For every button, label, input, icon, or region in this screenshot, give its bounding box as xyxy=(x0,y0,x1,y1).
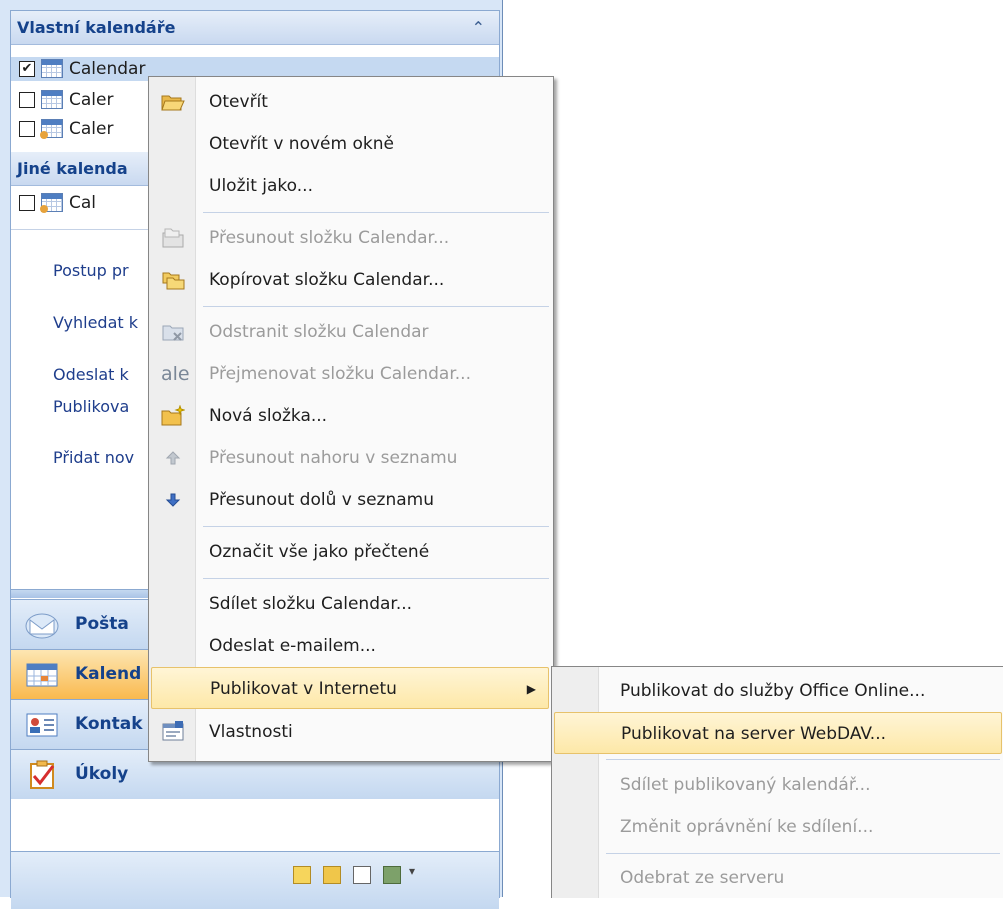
calendar-checkbox[interactable] xyxy=(19,92,35,108)
nav-button-label: Úkoly xyxy=(75,764,129,784)
menu-item-rename-folder[interactable]: ale Přejmenovat složku Calendar... xyxy=(151,353,549,395)
menu-item-label: Publikovat do služby Office Online... xyxy=(620,681,926,701)
menu-item-label: Odebrat ze serveru xyxy=(620,868,785,888)
menu-separator xyxy=(606,759,1000,760)
arrow-up-icon xyxy=(165,451,181,465)
menu-item-label: Přesunout složku Calendar... xyxy=(209,228,450,248)
submenu-item-change-permissions[interactable]: Změnit oprávnění ke sdílení... xyxy=(554,806,1002,848)
move-folder-icon xyxy=(162,228,184,248)
own-calendars-header[interactable]: Vlastní kalendáře ⌃ xyxy=(11,11,499,45)
menu-item-open-new-window[interactable]: Otevřít v novém okně xyxy=(151,123,549,165)
nav-button-label: Pošta xyxy=(75,614,129,634)
journal-icon[interactable] xyxy=(383,866,401,884)
menu-item-label: Přejmenovat složku Calendar... xyxy=(209,364,471,384)
mail-icon xyxy=(25,613,59,639)
menu-item-delete-folder[interactable]: Odstranit složku Calendar xyxy=(151,311,549,353)
menu-item-save-as[interactable]: Uložit jako... xyxy=(151,165,549,207)
menu-item-open[interactable]: Otevřít xyxy=(151,81,549,123)
calendar-checkbox[interactable] xyxy=(19,195,35,211)
menu-separator xyxy=(203,306,549,307)
open-folder-icon xyxy=(161,95,185,111)
calendar-icon xyxy=(26,663,58,687)
chevron-down-icon[interactable]: ▾ xyxy=(409,864,415,878)
menu-item-label: Přesunout nahoru v seznamu xyxy=(209,448,458,468)
arrow-down-icon xyxy=(165,493,181,507)
copy-folder-icon xyxy=(162,272,185,290)
link-publish[interactable]: Publikova xyxy=(53,397,129,416)
menu-item-share-folder[interactable]: Sdílet složku Calendar... xyxy=(151,583,549,625)
menu-item-send-email[interactable]: Odeslat e-mailem... xyxy=(151,625,549,667)
submenu-arrow-icon: ▶ xyxy=(526,682,536,696)
context-menu: Otevřít Otevřít v novém okně Uložit jako… xyxy=(148,76,554,762)
calendar-label: Cal xyxy=(69,193,97,213)
link-how-to[interactable]: Postup pr xyxy=(53,261,129,280)
menu-item-label: Označit vše jako přečtené xyxy=(209,542,430,562)
calendar-checkbox[interactable]: ✔ xyxy=(19,61,35,77)
new-folder-icon xyxy=(161,405,185,426)
menu-item-label: Sdílet publikovaný kalendář... xyxy=(620,775,871,795)
calendar-label: Calendar xyxy=(69,59,146,79)
menu-item-label: Nová složka... xyxy=(209,406,328,426)
double-chevron-up-icon[interactable]: ⌃ xyxy=(472,11,485,45)
menu-item-label: Publikovat na server WebDAV... xyxy=(621,724,887,744)
calendar-icon xyxy=(41,90,63,109)
notes-icon[interactable] xyxy=(293,866,311,884)
menu-item-label: Změnit oprávnění ke sdílení... xyxy=(620,817,874,837)
menu-separator xyxy=(606,853,1000,854)
shared-calendar-icon xyxy=(40,193,63,213)
nav-button-label: Kontak xyxy=(75,714,143,734)
submenu-item-office-online[interactable]: Publikovat do služby Office Online... xyxy=(554,670,1002,712)
menu-item-label: Publikovat v Internetu xyxy=(210,679,397,699)
menu-separator xyxy=(203,526,549,527)
calendar-icon xyxy=(41,59,63,78)
menu-separator xyxy=(203,212,549,213)
submenu-item-webdav[interactable]: Publikovat na server WebDAV... xyxy=(554,712,1002,754)
menu-item-label: Odeslat e-mailem... xyxy=(209,636,376,656)
calendar-label: Caler xyxy=(69,90,114,110)
menu-item-new-folder[interactable]: Nová složka... xyxy=(151,395,549,437)
menu-item-label: Otevřít xyxy=(209,92,268,112)
menu-separator xyxy=(203,578,549,579)
rename-icon: ale xyxy=(161,363,190,385)
link-add-new[interactable]: Přidat nov xyxy=(53,448,134,467)
menu-item-label: Vlastnosti xyxy=(209,722,293,742)
menu-item-copy-folder[interactable]: Kopírovat složku Calendar... xyxy=(151,259,549,301)
submenu-item-share-published[interactable]: Sdílet publikovaný kalendář... xyxy=(554,764,1002,806)
other-calendars-header-label: Jiné kalenda xyxy=(17,159,128,178)
menu-item-publish-internet[interactable]: Publikovat v Internetu ▶ xyxy=(151,667,549,709)
menu-item-label: Přesunout dolů v seznamu xyxy=(209,490,435,510)
shortcuts-icon[interactable] xyxy=(353,866,371,884)
menu-item-label: Odstranit složku Calendar xyxy=(209,322,429,342)
nav-button-label: Kalend xyxy=(75,664,142,684)
menu-item-label: Sdílet složku Calendar... xyxy=(209,594,413,614)
contacts-icon xyxy=(26,713,58,737)
link-send[interactable]: Odeslat k xyxy=(53,365,129,384)
shared-calendar-icon xyxy=(40,119,63,139)
properties-icon xyxy=(162,721,184,741)
menu-item-move-up[interactable]: Přesunout nahoru v seznamu xyxy=(151,437,549,479)
menu-item-move-folder[interactable]: Přesunout složku Calendar... xyxy=(151,217,549,259)
menu-item-label: Kopírovat složku Calendar... xyxy=(209,270,445,290)
calendar-label: Caler xyxy=(69,119,114,139)
nav-button-overflow-bar: ▾ xyxy=(11,851,499,909)
own-calendars-header-label: Vlastní kalendáře xyxy=(17,18,176,37)
menu-item-move-down[interactable]: Přesunout dolů v seznamu xyxy=(151,479,549,521)
submenu-item-remove-from-server[interactable]: Odebrat ze serveru xyxy=(554,857,1002,899)
menu-item-mark-all-read[interactable]: Označit vše jako přečtené xyxy=(151,531,549,573)
menu-item-label: Otevřít v novém okně xyxy=(209,134,394,154)
tasks-icon xyxy=(30,760,55,789)
menu-item-label: Uložit jako... xyxy=(209,176,313,196)
publish-submenu: Publikovat do služby Office Online... Pu… xyxy=(551,666,1003,898)
calendar-checkbox[interactable] xyxy=(19,121,35,137)
folder-list-icon[interactable] xyxy=(323,866,341,884)
delete-folder-icon xyxy=(162,325,184,341)
link-search[interactable]: Vyhledat k xyxy=(53,313,138,332)
menu-item-properties[interactable]: Vlastnosti xyxy=(151,711,549,753)
